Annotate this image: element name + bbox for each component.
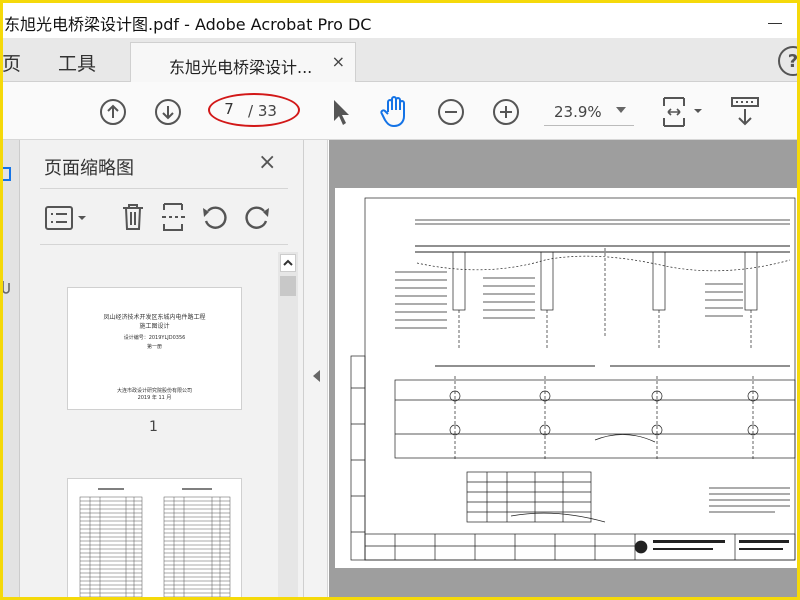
tab-row: 页 工具 东旭光电桥梁设计... × (0, 38, 800, 83)
zoom-level-dropdown[interactable]: 23.9% (544, 98, 634, 126)
bridge-drawing (350, 197, 796, 561)
select-arrow-icon[interactable] (330, 97, 352, 127)
panel-collapse-handle[interactable] (304, 140, 328, 600)
tab-tools[interactable]: 工具 (58, 49, 96, 76)
next-page-icon[interactable] (154, 98, 182, 126)
previous-page-icon[interactable] (99, 98, 127, 126)
chevron-up-icon (283, 259, 293, 266)
thumbnail-page-1[interactable]: 凤山经济技术开发区东城内电件路工程 施工图设计 设计编号：2019YLJD035… (67, 287, 242, 410)
thumbnail-page-number: 1 (149, 419, 158, 435)
thumbnail-line: 凤山经济技术开发区东城内电件路工程 (103, 314, 206, 321)
chevron-down-icon (616, 107, 626, 113)
help-icon[interactable]: ? (778, 46, 800, 76)
options-menu-icon[interactable] (44, 204, 88, 232)
document-tab-label: 东旭光电桥梁设计... (169, 58, 313, 77)
close-tab-icon[interactable]: × (332, 52, 345, 71)
zoom-level-value: 23.9% (554, 103, 602, 121)
rotate-clockwise-icon[interactable] (242, 202, 272, 232)
zoom-in-icon[interactable] (492, 98, 520, 126)
left-rail (0, 140, 20, 600)
hand-tool-icon[interactable] (380, 94, 412, 128)
thumbnail-line: 第一册 (146, 344, 162, 350)
collapse-arrow-icon (313, 370, 320, 382)
thumbnail-line: 施工图设计 (139, 323, 170, 330)
thumbnail-line: 设计编号：2019YLJD0356 (123, 335, 186, 341)
thumbnail-line: 2019 年 11 月 (137, 395, 172, 401)
page-number-input[interactable]: 7 (212, 100, 246, 122)
extract-pages-icon[interactable] (160, 202, 188, 232)
scrollbar-thumb[interactable] (280, 276, 296, 296)
panel-divider (40, 244, 288, 245)
fit-page-icon[interactable] (660, 96, 704, 128)
total-pages: / 33 (248, 102, 277, 120)
scrolling-mode-icon[interactable] (730, 96, 760, 128)
zoom-out-icon[interactable] (437, 98, 465, 126)
title-bar: 东旭光电桥梁设计图.pdf - Adobe Acrobat Pro DC (0, 0, 800, 38)
rail-attachment-icon[interactable] (0, 280, 10, 294)
thumbnail-line: 大连市政设计研究院股份有限公司 (116, 388, 192, 394)
table-thumbnail-graphic (79, 488, 231, 599)
rail-bookmark-icon[interactable] (0, 166, 12, 182)
scroll-up-button[interactable] (280, 254, 296, 272)
window-title: 东旭光电桥梁设计图.pdf - Adobe Acrobat Pro DC (4, 15, 372, 34)
rotate-counterclockwise-icon[interactable] (200, 202, 230, 232)
tab-document[interactable]: 东旭光电桥梁设计... × (130, 42, 356, 83)
pdf-page (335, 188, 800, 568)
thumbnail-page-2[interactable] (67, 478, 242, 600)
close-panel-icon[interactable]: × (258, 150, 276, 175)
thumbnail-scrollbar[interactable] (278, 252, 298, 600)
panel-divider (40, 188, 288, 189)
minimize-icon[interactable] (768, 23, 782, 24)
delete-pages-icon[interactable] (120, 202, 146, 232)
tab-home[interactable]: 页 (2, 49, 21, 76)
panel-title: 页面缩略图 (44, 158, 134, 179)
